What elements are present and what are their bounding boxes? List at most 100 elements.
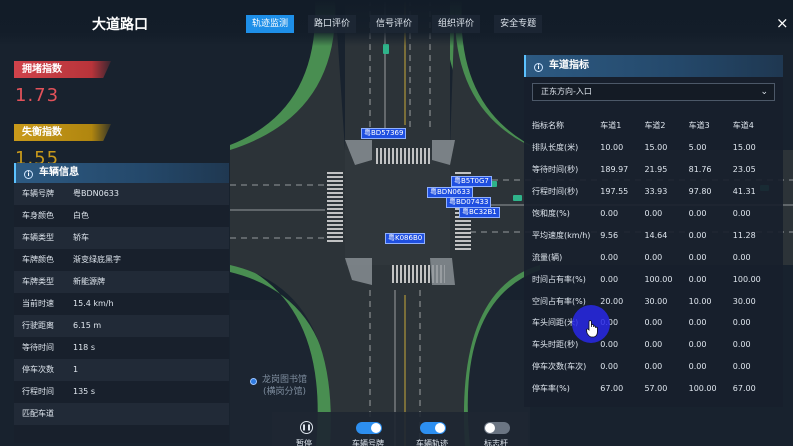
lane-indicator-title: 车道指标 [549, 60, 589, 71]
table-row-label: 排队长度(米) [532, 143, 579, 153]
vehicle-field-value: 15.4 km/h [73, 299, 114, 308]
table-row: 时间占有率(%) 0.00 100.00 0.00 100.00 [532, 268, 775, 290]
table-cell: 0.00 [732, 209, 751, 218]
table-row: 空间占有率(%) 20.00 30.00 10.00 30.00 [532, 290, 775, 312]
table-cell: 30.00 [644, 296, 668, 306]
tab-bar: 轨迹监测 路口评价 信号评价 组织评价 安全专题 [246, 15, 556, 33]
map-plate-label[interactable]: 粤BC32B1 [459, 207, 500, 218]
vehicle-info-header: i 车辆信息 [14, 163, 229, 183]
vehicle-field-value: 135 s [73, 387, 95, 396]
table-cell: 0.00 [688, 362, 707, 372]
trajectory-toggle-label: 车辆轨迹 [416, 439, 448, 446]
tab-organization-evaluation[interactable]: 组织评价 [432, 15, 481, 33]
table-row: 流量(辆) 0.00 0.00 0.00 0.00 [532, 246, 775, 268]
lane-indicator-panel: i 车道指标 正东方向-入口 ⌄ 指标名称 车道1 车道2 车道3 车道4 排队长度(米)… [524, 55, 783, 407]
table-row: 停车次数(车次) 0.00 0.00 0.00 0.00 [532, 356, 775, 378]
vehicle-info-panel: i 车辆信息 车辆号牌 粤BDN0633 车身颜色 白色车辆类型 轿车 车牌颜色 渐变绿底黑字… [14, 163, 229, 443]
tab-safety-topic[interactable]: 安全专题 [494, 15, 543, 33]
tab-signal-evaluation[interactable]: 信号评价 [370, 15, 419, 33]
vehicle-field-label: 车身颜色 [22, 211, 54, 220]
table-cell: 33.93 [644, 187, 668, 197]
table-column-header: 车道2 [644, 121, 666, 131]
sign-pole-toggle[interactable] [484, 422, 510, 434]
table-cell: 0.00 [688, 230, 707, 240]
table-cell: 20.00 [600, 296, 624, 306]
list-item: 行程时间 135 s [14, 381, 229, 403]
table-cell: 10.00 [688, 296, 712, 306]
direction-select-value: 正东方向-入口 [541, 87, 592, 96]
table-cell: 23.05 [732, 165, 756, 175]
list-item: 车辆号牌 粤BDN0633 [14, 183, 229, 205]
chevron-down-icon: ⌄ [760, 87, 768, 97]
table-cell: 100.00 [644, 274, 673, 284]
tab-intersection-evaluation[interactable]: 路口评价 [308, 15, 357, 33]
table-cell: 0.00 [688, 209, 707, 218]
table-cell: 0.00 [688, 318, 707, 328]
table-cell: 81.76 [688, 165, 712, 175]
table-column-header: 指标名称 [532, 121, 564, 131]
trajectory-toggle[interactable] [420, 422, 446, 434]
table-cell: 0.00 [732, 362, 751, 372]
toggle-knob [371, 423, 381, 433]
poi-name: 龙岗图书馆 [262, 375, 308, 385]
table-cell: 100.00 [732, 274, 761, 284]
table-row-label: 停车次数(车次) [532, 362, 587, 372]
table-row: 行程时间(秒) 197.55 33.93 97.80 41.31 [532, 181, 775, 203]
table-row: 饱和度(%) 0.00 0.00 0.00 0.00 [532, 203, 775, 225]
info-icon: i [534, 63, 543, 72]
map-plate-label[interactable]: 粤BD57369 [361, 128, 407, 139]
vehicle-field-label: 行驶距离 [22, 321, 54, 330]
tab-trajectory-monitoring[interactable]: 轨迹监测 [246, 15, 295, 33]
list-item: 车辆类型 轿车 [14, 227, 229, 249]
vehicle-field-value: 新能源牌 [73, 277, 105, 286]
table-row-label: 行程时间(秒) [532, 187, 579, 197]
poi-subname: (横岗分馆) [262, 387, 307, 397]
map-plate-label[interactable]: 粤K086B0 [385, 233, 426, 244]
close-icon[interactable]: × [776, 15, 789, 31]
list-item: 停车次数 1 [14, 359, 229, 381]
table-row: 车头时距(秒) 0.00 0.00 0.00 0.00 [532, 334, 775, 356]
map-poi: 龙岗图书馆 (横岗分馆) [250, 374, 308, 398]
table-header-row: 指标名称 车道1 车道2 车道3 车道4 [532, 115, 775, 137]
vehicle-info-list: 车辆号牌 粤BDN0633 车身颜色 白色 车辆类型 轿车 车牌颜色 渐变绿底黑字 车牌类型 新能… [14, 183, 229, 425]
plate-toggle[interactable] [356, 422, 382, 434]
table-cell: 0.00 [644, 340, 663, 350]
list-item: 车牌颜色 渐变绿底黑字 [14, 249, 229, 271]
table-row: 停车率(%) 67.00 57.00 100.00 67.00 [532, 378, 775, 400]
table-cell: 10.00 [600, 143, 624, 153]
table-cell: 100.00 [688, 384, 717, 394]
plate-toggle-label: 车辆号牌 [352, 439, 384, 446]
table-row: 平均速度(km/h) 9.56 14.64 0.00 11.28 [532, 224, 775, 246]
vehicle-field-label: 行程时间 [22, 387, 54, 396]
table-cell: 5.00 [688, 143, 707, 153]
imbalance-index-label: 失衡指数 [14, 124, 111, 141]
table-column-header: 车道4 [732, 121, 754, 131]
vehicle-field-label: 停车次数 [22, 365, 54, 374]
table-cell: 14.64 [644, 230, 668, 240]
table-cell: 0.00 [600, 209, 619, 218]
pause-icon[interactable]: ❚❚ [300, 421, 313, 434]
vehicle-field-value: 1 [73, 365, 79, 374]
pause-label: 暂停 [296, 439, 312, 446]
table-cell: 0.00 [644, 252, 663, 262]
table-cell: 15.00 [732, 143, 756, 153]
table-row-label: 饱和度(%) [532, 209, 570, 218]
table-cell: 0.00 [688, 340, 707, 350]
sign-pole-toggle-label: 标志杆 [484, 439, 508, 446]
vehicle-field-label: 等待时间 [22, 343, 54, 352]
vehicle-field-value: 白色 [73, 211, 89, 220]
table-cell: 0.00 [600, 274, 619, 284]
table-cell: 0.00 [644, 318, 663, 328]
table-cell: 0.00 [600, 362, 619, 372]
vehicle-info-title: 车辆信息 [39, 167, 79, 178]
vehicle-field-label: 车辆号牌 [22, 189, 54, 198]
lane-indicator-header: i 车道指标 [524, 55, 783, 77]
map-plate-label[interactable]: 粤B5T0G7 [451, 176, 492, 187]
direction-select[interactable]: 正东方向-入口 ⌄ [532, 83, 775, 101]
table-cell: 0.00 [688, 274, 707, 284]
poi-marker-icon [250, 378, 257, 385]
toggle-knob [485, 423, 495, 433]
hand-cursor-icon [586, 320, 598, 338]
table-cell: 15.00 [644, 143, 668, 153]
table-cell: 0.00 [732, 252, 751, 262]
